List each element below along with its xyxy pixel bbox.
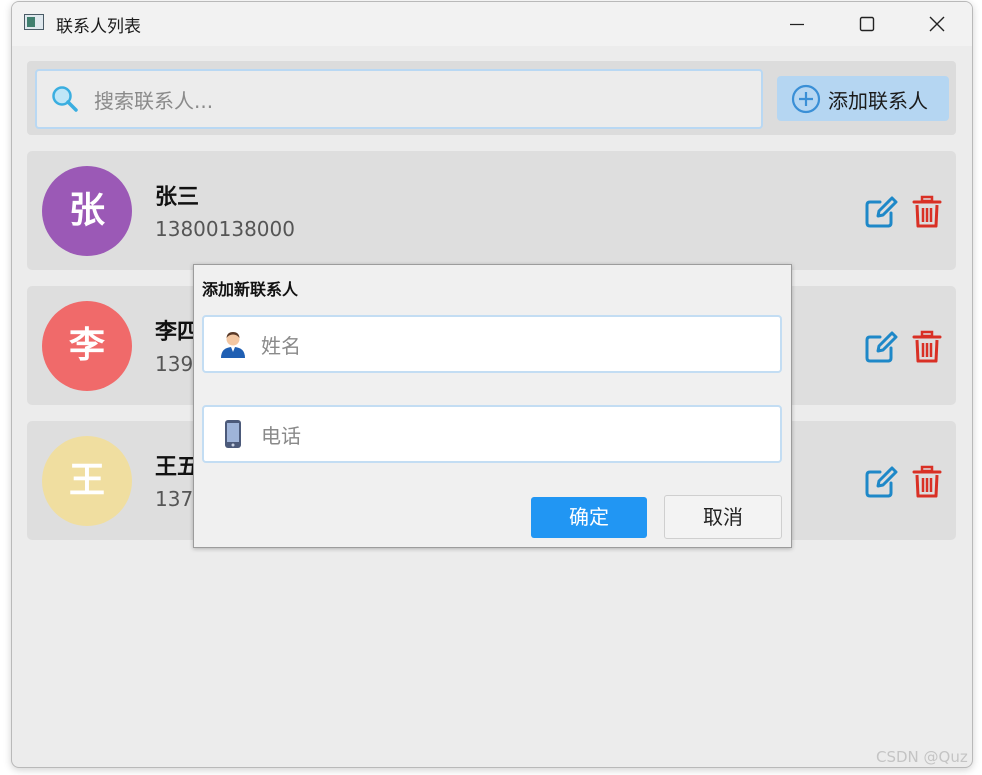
app-window: 联系人列表 搜索联系人... 添加联系人 张 张三 13800138000 李 … — [11, 1, 973, 768]
title-bar: 联系人列表 — [12, 2, 972, 46]
contact-card[interactable]: 张 张三 13800138000 — [27, 151, 956, 270]
name-field[interactable]: 姓名 — [202, 315, 782, 373]
phone-placeholder: 电话 — [261, 424, 301, 448]
trash-icon[interactable] — [912, 465, 942, 499]
maximize-icon — [859, 16, 875, 32]
search-icon — [52, 86, 78, 112]
name-placeholder: 姓名 — [261, 334, 301, 358]
maximize-button[interactable] — [844, 2, 890, 46]
confirm-button[interactable]: 确定 — [531, 497, 647, 538]
add-contact-dialog: 添加新联系人 姓名 电话 确定 取消 — [193, 264, 792, 548]
trash-icon[interactable] — [912, 330, 942, 364]
avatar: 王 — [42, 436, 132, 526]
avatar: 李 — [42, 301, 132, 391]
search-bar: 搜索联系人... 添加联系人 — [27, 61, 956, 135]
contact-phone: 13800138000 — [155, 217, 295, 241]
search-input[interactable]: 搜索联系人... — [35, 69, 763, 129]
phone-field[interactable]: 电话 — [202, 405, 782, 463]
cancel-button[interactable]: 取消 — [664, 495, 782, 539]
person-icon — [221, 332, 245, 358]
add-contact-button[interactable]: 添加联系人 — [777, 76, 949, 121]
edit-icon[interactable] — [864, 195, 898, 229]
dialog-title: 添加新联系人 — [202, 280, 299, 299]
app-icon — [24, 14, 44, 30]
search-placeholder: 搜索联系人... — [94, 89, 214, 113]
edit-icon[interactable] — [864, 465, 898, 499]
contact-name: 张三 — [155, 185, 200, 210]
add-contact-label: 添加联系人 — [828, 89, 928, 113]
edit-icon[interactable] — [864, 330, 898, 364]
phone-icon — [225, 420, 241, 448]
close-button[interactable] — [914, 2, 960, 46]
minimize-icon — [790, 23, 804, 26]
close-icon — [929, 16, 945, 32]
watermark: CSDN @Quz — [876, 748, 968, 766]
window-title: 联系人列表 — [56, 17, 141, 37]
avatar: 张 — [42, 166, 132, 256]
add-circle-icon — [791, 84, 821, 114]
minimize-button[interactable] — [774, 2, 820, 46]
trash-icon[interactable] — [912, 195, 942, 229]
